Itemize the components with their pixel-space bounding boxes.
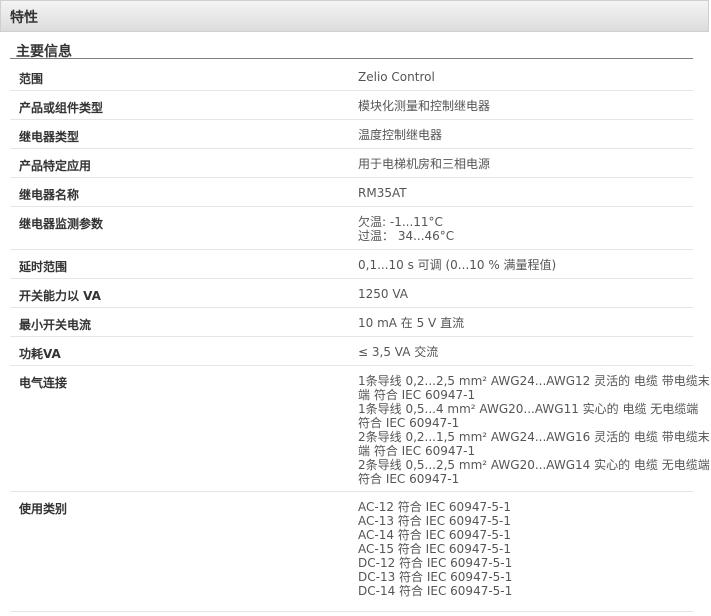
spec-value-line: 1250 VA	[358, 287, 409, 301]
spec-value-line: RM35AT	[358, 186, 407, 200]
spec-value-line: 欠温: -1...11°C	[358, 215, 443, 229]
spec-value-line: 10 mA 在 5 V 直流	[358, 316, 465, 330]
spec-value-line: ≤ 3,5 VA 交流	[358, 345, 439, 359]
spec-value: 0,1...10 s 可调 (0...10 % 满量程值)	[358, 258, 688, 272]
spec-value: 1250 VA	[358, 287, 688, 301]
spec-label: 范围	[19, 72, 44, 86]
spec-label: 继电器类型	[19, 130, 80, 144]
spec-value: Zelio Control	[358, 70, 688, 84]
spec-label: 继电器监测参数	[19, 217, 104, 231]
spec-value-line: 0,1...10 s 可调 (0...10 % 满量程值)	[358, 258, 557, 272]
spec-value-line: 模块化测量和控制继电器	[358, 99, 491, 113]
spec-label: 最小开关电流	[19, 318, 92, 332]
header-title: 特性	[10, 10, 38, 26]
spec-value: 用于电梯机房和三相电源	[358, 157, 688, 171]
spec-value-line: 端 符合 IEC 60947-1	[358, 388, 476, 402]
spec-value-line: DC-14 符合 IEC 60947-5-1	[358, 584, 513, 598]
spec-value: ≤ 3,5 VA 交流	[358, 345, 688, 359]
spec-value-line: 2条导线 0,5...2,5 mm² AWG20...AWG14 实心的 电缆 …	[358, 458, 710, 472]
spec-value-line: 温度控制继电器	[358, 128, 443, 142]
spec-table: 范围 Zelio Control 产品或组件类型 模块化测量和控制继电器继电器类型 温度…	[10, 62, 710, 612]
spec-row: 继电器类型 温度控制继电器	[10, 120, 693, 149]
spec-row: 功耗VA ≤ 3,5 VA 交流	[10, 337, 693, 366]
spec-value: 10 mA 在 5 V 直流	[358, 316, 688, 330]
spec-label: 开关能力以 VA	[19, 289, 101, 303]
spec-value-line: 用于电梯机房和三相电源	[358, 157, 491, 171]
section-divider	[10, 58, 693, 59]
spec-label: 继电器名称	[19, 188, 80, 202]
spec-value-line: DC-13 符合 IEC 60947-5-1	[358, 570, 513, 584]
spec-label: 产品特定应用	[19, 159, 92, 173]
spec-row: 产品或组件类型 模块化测量和控制继电器	[10, 91, 693, 120]
spec-value: RM35AT	[358, 186, 688, 200]
spec-label: 使用类别	[19, 502, 68, 516]
spec-value-line: AC-13 符合 IEC 60947-5-1	[358, 514, 512, 528]
spec-value-line: 2条导线 0,2...1,5 mm² AWG24...AWG16 灵活的 电缆 …	[358, 430, 710, 444]
spec-value-line: 1条导线 0,5...4 mm² AWG20...AWG11 实心的 电缆 无电…	[358, 402, 699, 416]
spec-value: AC-12 符合 IEC 60947-5-1 AC-13 符合 IEC 60947…	[358, 500, 688, 598]
spec-row: 范围 Zelio Control	[10, 62, 693, 91]
spec-label: 功耗VA	[19, 347, 61, 361]
spec-row: 使用类别 AC-12 符合 IEC 60947-5-1 AC-13 符合 IEC 6…	[10, 492, 693, 612]
spec-label: 产品或组件类型	[19, 101, 104, 115]
spec-label: 电气连接	[19, 376, 68, 390]
spec-row: 延时范围 0,1...10 s 可调 (0...10 % 满量程值)	[10, 250, 693, 279]
spec-value: 欠温: -1...11°C 过温： 34...46°C	[358, 215, 688, 243]
spec-row: 继电器监测参数 欠温: -1...11°C 过温： 34...46°C	[10, 207, 693, 250]
spec-row: 电气连接 1条导线 0,2...2,5 mm² AWG24...AWG12 灵活的…	[10, 366, 710, 492]
spec-value-line: 符合 IEC 60947-1	[358, 472, 460, 486]
spec-value-line: 1条导线 0,2...2,5 mm² AWG24...AWG12 灵活的 电缆 …	[358, 374, 710, 388]
spec-value-line: AC-14 符合 IEC 60947-5-1	[358, 528, 512, 542]
spec-value-line: DC-12 符合 IEC 60947-5-1	[358, 556, 513, 570]
spec-value-line: 端 符合 IEC 60947-1	[358, 444, 476, 458]
spec-row: 开关能力以 VA 1250 VA	[10, 279, 693, 308]
spec-value-line: Zelio Control	[358, 70, 435, 84]
characteristics-header: 特性	[0, 0, 709, 32]
spec-value-line: 符合 IEC 60947-1	[358, 416, 460, 430]
spec-row: 继电器名称 RM35AT	[10, 178, 693, 207]
spec-value-line: AC-12 符合 IEC 60947-5-1	[358, 500, 512, 514]
spec-value: 模块化测量和控制继电器	[358, 99, 688, 113]
spec-row: 产品特定应用 用于电梯机房和三相电源	[10, 149, 693, 178]
spec-value-line: 过温： 34...46°C	[358, 229, 455, 243]
spec-value-line: AC-15 符合 IEC 60947-5-1	[358, 542, 512, 556]
spec-value: 温度控制继电器	[358, 128, 688, 142]
spec-value: 1条导线 0,2...2,5 mm² AWG24...AWG12 灵活的 电缆 …	[358, 374, 710, 486]
spec-label: 延时范围	[19, 260, 68, 274]
spec-row: 最小开关电流 10 mA 在 5 V 直流	[10, 308, 693, 337]
